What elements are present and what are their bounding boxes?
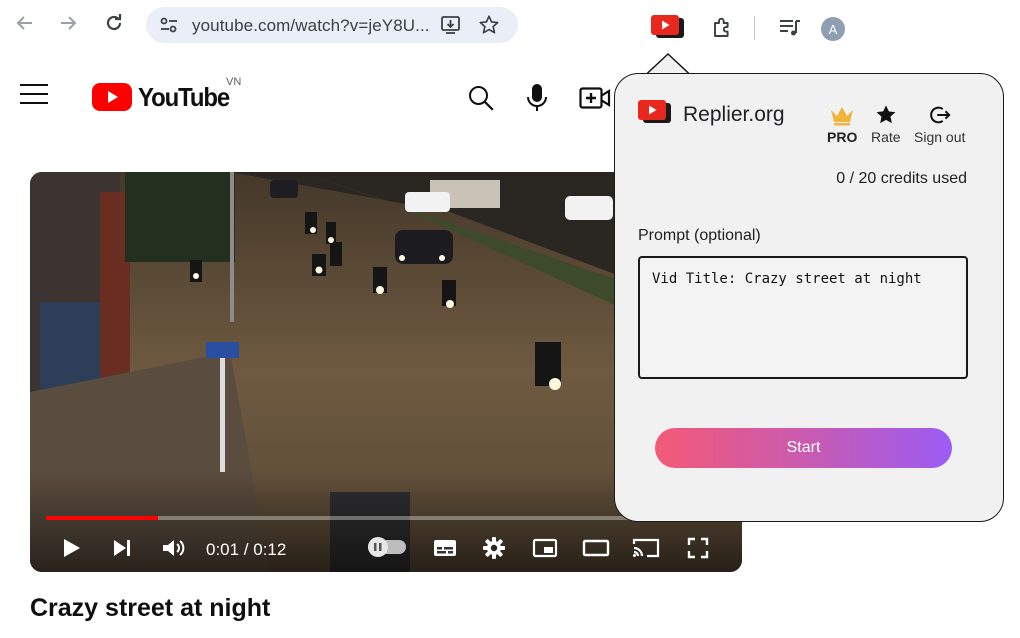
country-code: VN: [226, 76, 242, 88]
miniplayer-icon: [532, 538, 558, 558]
credits-used: 0 / 20 credits used: [836, 170, 967, 187]
url-text[interactable]: youtube.com/watch?v=jeY8U...: [192, 16, 430, 36]
profile-initial: A: [828, 21, 838, 37]
pro-label: PRO: [827, 129, 858, 145]
hamburger-menu-icon[interactable]: [20, 84, 48, 108]
back-arrow-icon: [16, 16, 32, 30]
pro-button[interactable]: PRO: [827, 104, 857, 145]
subtitles-button[interactable]: [432, 536, 458, 560]
sign-out-label: Sign out: [914, 129, 966, 145]
address-bar[interactable]: youtube.com/watch?v=jeY8U...: [146, 7, 518, 43]
cast-button[interactable]: [632, 536, 660, 560]
youtube-play-logo-icon: [92, 83, 132, 111]
replier-logo-icon: [638, 100, 671, 123]
rate-button[interactable]: Rate: [871, 104, 901, 145]
settings-button[interactable]: [482, 536, 506, 560]
youtube-wordmark: YouTube: [138, 81, 230, 112]
prompt-label: Prompt (optional): [638, 227, 761, 244]
reload-icon: [106, 14, 122, 31]
create-video-icon[interactable]: [579, 86, 611, 110]
time-display: 0:01 / 0:12: [206, 540, 287, 559]
theater-mode-button[interactable]: [582, 536, 610, 560]
sign-out-icon: [929, 106, 951, 124]
install-app-icon[interactable]: [440, 15, 462, 35]
browser-toolbar: youtube.com/watch?v=jeY8U... A: [0, 0, 1020, 52]
fullscreen-icon: [687, 537, 709, 559]
sign-out-button[interactable]: Sign out: [914, 104, 965, 145]
start-button[interactable]: Start: [655, 428, 952, 468]
autoplay-toggle[interactable]: [368, 537, 406, 557]
forward-arrow-icon: [61, 16, 77, 30]
profile-avatar[interactable]: A: [821, 17, 845, 41]
back-button[interactable]: [12, 10, 38, 36]
cast-icon: [632, 538, 660, 558]
next-icon: [114, 540, 130, 556]
volume-icon: [163, 540, 185, 556]
video-title: Crazy street at night: [30, 594, 271, 622]
play-button[interactable]: [60, 536, 82, 560]
crown-icon: [831, 107, 854, 126]
progress-bar-played: [46, 516, 159, 520]
autoplay-pause-icon: [368, 537, 388, 557]
miniplayer-button[interactable]: [532, 536, 558, 560]
fullscreen-button[interactable]: [686, 536, 710, 560]
star-icon: [876, 105, 896, 124]
bookmark-star-icon[interactable]: [478, 14, 500, 36]
popup-brand: Replier.org: [683, 103, 785, 126]
microphone-icon[interactable]: [526, 83, 548, 113]
replier-popup: Replier.org PRO Rate Sign out 0 / 20 cre…: [614, 73, 1004, 522]
forward-button[interactable]: [55, 10, 81, 36]
reading-list-icon[interactable]: [778, 17, 802, 39]
volume-button[interactable]: [160, 536, 186, 560]
youtube-logo[interactable]: YouTube: [92, 79, 237, 115]
search-icon[interactable]: [467, 84, 495, 112]
popup-pointer: [646, 53, 690, 75]
prompt-input[interactable]: Vid Title: Crazy street at night: [638, 256, 968, 379]
toolbar-divider: [754, 16, 755, 40]
rate-label: Rate: [871, 129, 901, 145]
next-button[interactable]: [110, 536, 134, 560]
theater-mode-icon: [582, 539, 610, 557]
extensions-puzzle-icon[interactable]: [711, 17, 733, 39]
reload-button[interactable]: [101, 10, 127, 36]
play-icon: [64, 539, 80, 557]
site-settings-icon[interactable]: [160, 17, 178, 33]
gear-icon: [483, 537, 505, 559]
subtitles-icon: [434, 540, 456, 556]
replier-extension-icon[interactable]: [650, 14, 686, 42]
